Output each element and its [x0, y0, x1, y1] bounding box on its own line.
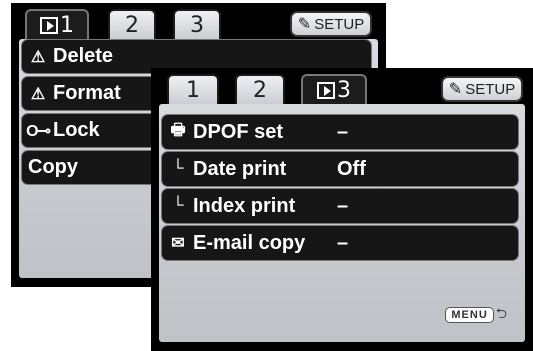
- menu-item-label: DPOF set: [193, 120, 284, 143]
- sub-item-corner-icon: └: [172, 197, 184, 214]
- setup-label: SETUP: [314, 15, 365, 33]
- menu-item-label: Index print: [193, 194, 296, 217]
- tab-setup[interactable]: ✎ SETUP: [290, 11, 372, 37]
- menu-item-value: Off: [337, 157, 366, 180]
- return-icon: ⮌: [495, 305, 507, 321]
- warning-icon: ⚠: [30, 85, 46, 103]
- tab-2[interactable]: 2: [235, 74, 285, 105]
- key-icon: O⊸: [26, 122, 51, 140]
- menu-item-value: –: [337, 120, 349, 143]
- tab-label: 1: [186, 78, 200, 103]
- menu-label: MENU: [445, 307, 494, 323]
- menu-return-button[interactable]: MENU ⮌: [445, 303, 507, 327]
- wrench-icon: ✎: [297, 16, 312, 33]
- menu-item-label: Lock: [53, 119, 100, 141]
- menu-item-label: Delete: [53, 45, 114, 67]
- menu-item-label: Copy: [28, 156, 78, 178]
- tab-playback-1[interactable]: 1: [25, 9, 89, 40]
- tab-label: 3: [337, 78, 351, 103]
- tab-setup[interactable]: ✎ SETUP: [441, 76, 523, 102]
- playback-icon: [317, 82, 335, 99]
- tab-label: 2: [125, 13, 139, 38]
- menu-item-value: –: [337, 231, 349, 254]
- tab-label: 3: [190, 13, 204, 38]
- tab-label: 2: [253, 78, 267, 103]
- menu-item-dpof-set[interactable]: 🖶 DPOF set –: [161, 114, 519, 150]
- tab-2[interactable]: 2: [108, 9, 156, 40]
- tab-3[interactable]: 3: [173, 9, 221, 40]
- menu-item-email-copy[interactable]: ✉ E-mail copy –: [161, 225, 519, 261]
- setup-label: SETUP: [465, 80, 516, 98]
- tab-bar: 1 2 3 ✎ SETUP: [159, 74, 525, 105]
- sub-item-corner-icon: └: [172, 160, 184, 177]
- printer-icon: 🖶: [170, 121, 186, 139]
- playback-icon: [40, 17, 58, 34]
- tab-playback-3[interactable]: 3: [301, 74, 367, 105]
- menu-item-date-print[interactable]: └ Date print Off: [161, 151, 519, 187]
- menu-item-label: Format: [53, 82, 121, 104]
- tab-bar: 1 2 3 ✎ SETUP: [19, 9, 378, 40]
- menu-item-label: E-mail copy: [193, 231, 306, 254]
- menu-panel: 🖶 DPOF set – └ Date print Off └ Index pr…: [159, 104, 525, 342]
- menu-item-value: –: [337, 194, 349, 217]
- menu-item-index-print[interactable]: └ Index print –: [161, 188, 519, 224]
- warning-icon: ⚠: [30, 48, 46, 66]
- playback-menu-tab-3-screen: 1 2 3 ✎ SETUP 🖶 DPOF set – └ Date print …: [151, 68, 533, 351]
- tab-1[interactable]: 1: [167, 74, 219, 105]
- envelope-icon: ✉: [171, 235, 185, 252]
- wrench-icon: ✎: [448, 81, 463, 98]
- tab-label: 1: [60, 13, 74, 38]
- menu-item-label: Date print: [193, 157, 287, 180]
